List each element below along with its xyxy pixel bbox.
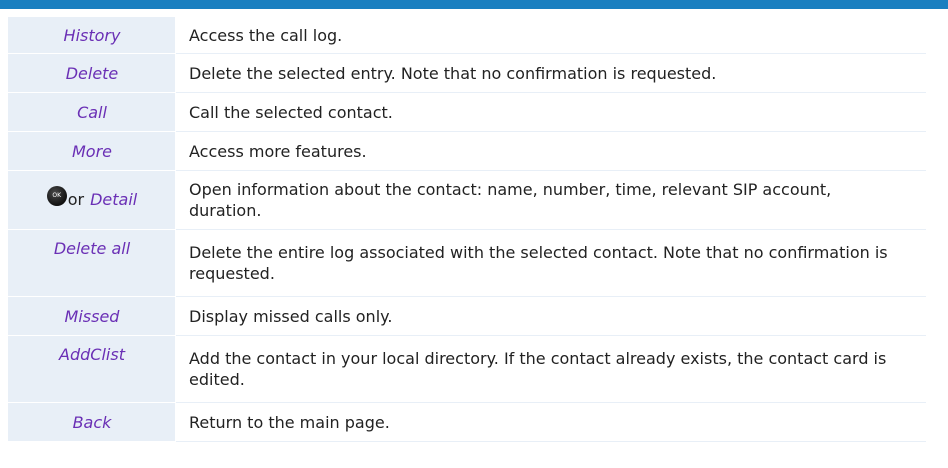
table-row: Missed Display missed calls only. <box>8 296 926 336</box>
section-header-band <box>0 0 948 9</box>
softkey-more: More <box>8 131 176 171</box>
softkey-description: Delete the selected entry. Note that no … <box>175 53 926 93</box>
table-row: Delete all Delete the entire log associa… <box>8 229 926 297</box>
table-row: Delete Delete the selected entry. Note t… <box>8 53 926 93</box>
softkey-description: Access more features. <box>175 131 926 171</box>
table-row: OK or Detail Open information about the co… <box>8 170 926 230</box>
softkey-history: History <box>8 17 176 54</box>
ok-key-icon: OK <box>46 185 67 206</box>
softkey-back: Back <box>8 402 176 442</box>
table-row: Back Return to the main page. <box>8 402 926 442</box>
softkey-detail-cell: OK or Detail <box>8 170 176 230</box>
softkey-table: History Access the call log. Delete Dele… <box>8 17 926 442</box>
softkey-description: Open information about the contact: name… <box>175 170 926 230</box>
table-row: History Access the call log. <box>8 17 926 54</box>
softkey-addclist: AddClist <box>8 335 176 403</box>
table-row: Call Call the selected contact. <box>8 92 926 132</box>
softkey-description: Delete the entire log associated with th… <box>175 229 926 297</box>
softkey-description: Access the call log. <box>175 17 926 54</box>
table-row: More Access more features. <box>8 131 926 171</box>
key-connector: or <box>67 190 85 210</box>
softkey-detail: Detail <box>90 190 138 210</box>
softkey-description: Return to the main page. <box>175 402 926 442</box>
softkey-description: Add the contact in your local directory.… <box>175 335 926 403</box>
softkey-description: Call the selected contact. <box>175 92 926 132</box>
softkey-delete: Delete <box>8 53 176 93</box>
table-row: AddClist Add the contact in your local d… <box>8 335 926 403</box>
softkey-delete-all: Delete all <box>8 229 176 297</box>
document-page: History Access the call log. Delete Dele… <box>0 0 948 468</box>
softkey-description: Display missed calls only. <box>175 296 926 336</box>
softkey-call: Call <box>8 92 176 132</box>
softkey-missed: Missed <box>8 296 176 336</box>
